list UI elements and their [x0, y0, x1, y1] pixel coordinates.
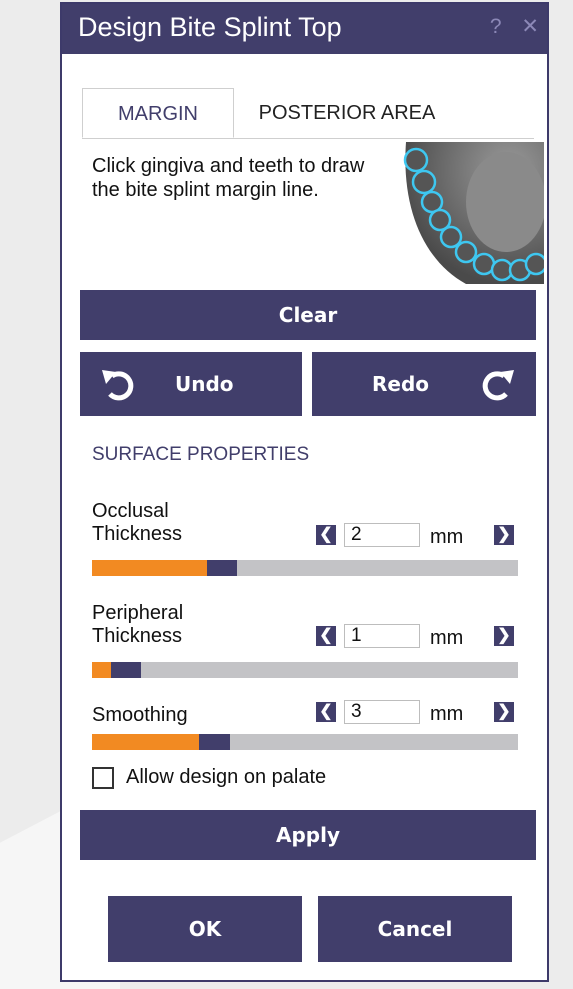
design-bite-splint-dialog: Design Bite Splint Top ? ✕ MARGIN POSTER… [60, 2, 549, 982]
undo-arrow-icon [102, 370, 134, 401]
tab-margin[interactable]: MARGIN [82, 88, 234, 138]
surface-properties-heading: SURFACE PROPERTIES [92, 444, 310, 465]
redo-label: Redo [372, 372, 430, 396]
occlusal-slider-fill [92, 560, 208, 576]
cancel-button[interactable]: Cancel [318, 896, 512, 962]
smoothing-increase-button[interactable]: ❯ [494, 702, 514, 722]
undo-button[interactable]: Undo [80, 352, 302, 416]
dialog-title: Design Bite Splint Top [78, 12, 342, 42]
help-icon[interactable]: ? [490, 15, 502, 38]
redo-button[interactable]: Redo [312, 352, 536, 416]
redo-arrow-icon [482, 370, 514, 401]
peripheral-decrease-button[interactable]: ❮ [316, 626, 336, 646]
smoothing-slider-fill [92, 734, 199, 750]
smoothing-slider[interactable] [92, 734, 518, 750]
occlusal-decrease-button[interactable]: ❮ [316, 525, 336, 545]
smoothing-input[interactable]: 3 [344, 700, 420, 724]
smoothing-label: Smoothing [92, 704, 188, 726]
allow-palate-label: Allow design on palate [126, 766, 327, 788]
peripheral-thickness-input[interactable]: 1 [344, 624, 420, 648]
undo-label: Undo [175, 372, 234, 396]
apply-button[interactable]: Apply [80, 810, 536, 860]
peripheral-increase-button[interactable]: ❯ [494, 626, 514, 646]
occlusal-thickness-label: Occlusal Thickness [92, 500, 183, 545]
smoothing-unit: mm [430, 703, 464, 725]
peripheral-thickness-label: Peripheral Thickness [92, 602, 184, 647]
peripheral-unit: mm [430, 627, 464, 649]
occlusal-thickness-input[interactable]: 2 [344, 523, 420, 547]
tab-posterior-area[interactable]: POSTERIOR AREA [242, 88, 452, 138]
instruction-text: Click gingiva and teeth to draw the bite… [92, 155, 365, 201]
occlusal-unit: mm [430, 526, 464, 548]
jaw-preview-image [396, 142, 544, 284]
peripheral-slider-fill [92, 662, 112, 678]
allow-palate-checkbox[interactable] [92, 767, 114, 789]
smoothing-slider-handle[interactable] [198, 734, 231, 750]
occlusal-slider-handle[interactable] [207, 560, 237, 576]
tab-bar: MARGIN POSTERIOR AREA [82, 88, 534, 139]
title-bar: Design Bite Splint Top ? ✕ [62, 4, 547, 54]
smoothing-decrease-button[interactable]: ❮ [316, 702, 336, 722]
occlusal-increase-button[interactable]: ❯ [494, 525, 514, 545]
peripheral-slider-handle[interactable] [111, 662, 141, 678]
clear-button[interactable]: Clear [80, 290, 536, 340]
close-icon[interactable]: ✕ [521, 15, 539, 38]
peripheral-thickness-slider[interactable] [92, 662, 518, 678]
occlusal-thickness-slider[interactable] [92, 560, 518, 576]
ok-button[interactable]: OK [108, 896, 302, 962]
